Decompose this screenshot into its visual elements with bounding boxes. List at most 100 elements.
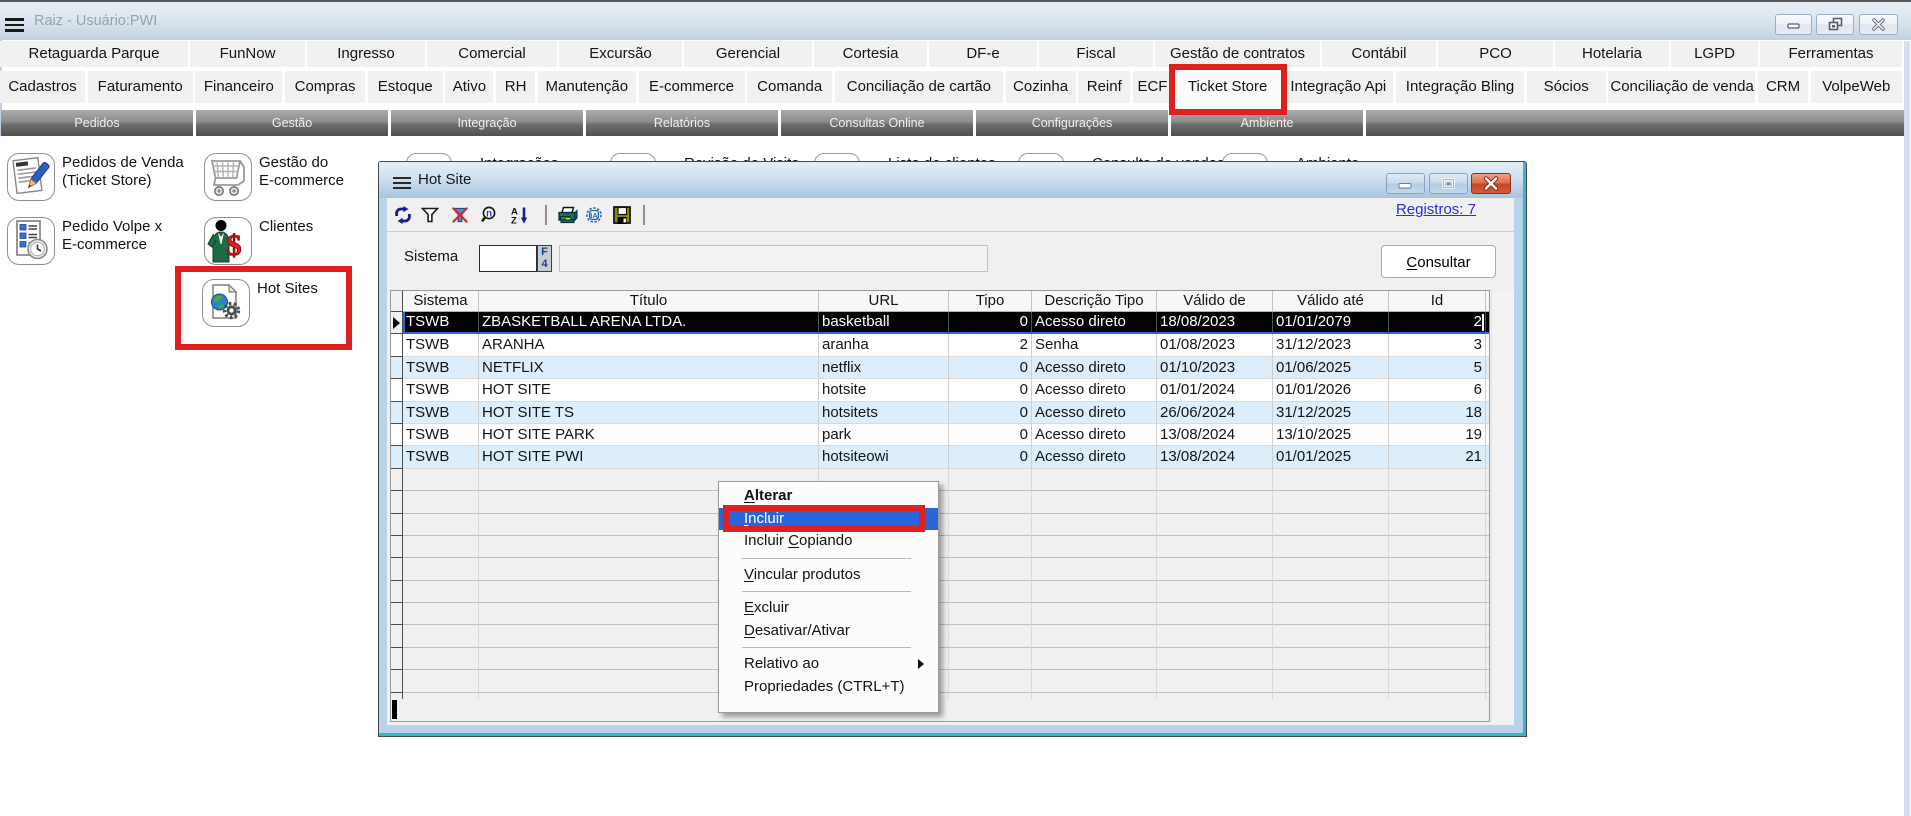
menu-item-alterar[interactable]: Alterar (719, 485, 938, 508)
menu-item-relativo-ao[interactable]: Relativo ao (719, 653, 938, 676)
cell[interactable]: 01/08/2023 (1157, 334, 1273, 356)
menu-item-vincular-produtos[interactable]: Vincular produtos (719, 564, 938, 587)
ribbon-section-configuracoes[interactable]: Configurações (976, 110, 1168, 136)
cell[interactable]: TSWB (403, 334, 479, 356)
cell[interactable]: 0 (949, 424, 1032, 446)
cell[interactable]: TSWB (403, 379, 479, 401)
cell[interactable]: basketball (819, 312, 949, 334)
menu-pco[interactable]: PCO (1438, 41, 1553, 67)
menu-gestao-de-contratos[interactable]: Gestão de contratos (1155, 41, 1320, 67)
column-header-titulo[interactable]: Título (479, 291, 819, 312)
cell[interactable]: 2 (949, 334, 1032, 356)
menu-hotelaria[interactable]: Hotelaria (1555, 41, 1669, 67)
column-header-valido-de[interactable]: Válido de (1157, 291, 1273, 312)
menu-item-desativar-ativar[interactable]: Desativar/Ativar (719, 620, 938, 643)
tab-integracao-bling[interactable]: Integração Bling (1396, 71, 1524, 103)
column-header-id[interactable]: Id (1389, 291, 1486, 312)
ribbon-section-ambiente[interactable]: Ambiente (1171, 110, 1363, 136)
row-selector-cell[interactable] (391, 312, 403, 334)
menu-gerencial[interactable]: Gerencial (684, 41, 812, 67)
cell[interactable]: Acesso direto (1032, 357, 1157, 379)
tab-rh[interactable]: RH (496, 71, 535, 103)
column-header-sistema[interactable]: Sistema (403, 291, 479, 312)
row-selector-cell[interactable] (391, 402, 403, 424)
cell[interactable]: 5 (1389, 357, 1486, 379)
tab-e-commerce[interactable]: E-commerce (639, 71, 745, 103)
cell[interactable]: TSWB (403, 312, 479, 334)
cell[interactable]: netflix (819, 357, 949, 379)
ribbon-section-integracao[interactable]: Integração (391, 110, 583, 136)
cell[interactable]: TSWB (403, 402, 479, 424)
cell[interactable]: 31/12/2023 (1273, 334, 1389, 356)
cell[interactable]: 01/01/2026 (1273, 379, 1389, 401)
tab-estoque[interactable]: Estoque (368, 71, 443, 103)
app-close-button[interactable] (1859, 14, 1898, 35)
cell[interactable]: 3 (1389, 334, 1486, 356)
menu-cortesia[interactable]: Cortesia (814, 41, 927, 67)
cell[interactable]: hotsitets (819, 402, 949, 424)
cell[interactable]: 01/01/2025 (1273, 446, 1389, 468)
cell[interactable]: HOT SITE TS (479, 402, 819, 424)
cell[interactable]: 0 (949, 379, 1032, 401)
cell[interactable]: Acesso direto (1032, 446, 1157, 468)
ribbon-section-consultas-online[interactable]: Consultas Online (781, 110, 973, 136)
menu-retaguarda-parque[interactable]: Retaguarda Parque (0, 41, 188, 67)
tab-ecf[interactable]: ECF (1133, 71, 1172, 103)
cell[interactable]: hotsite (819, 379, 949, 401)
tab-comanda[interactable]: Comanda (747, 71, 832, 103)
shortcut-clientes[interactable]: $Clientes (204, 217, 252, 265)
menu-contabil[interactable]: Contábil (1322, 41, 1436, 67)
search-icon[interactable]: n (481, 206, 499, 224)
menu-item-incluir[interactable]: Incluir (719, 508, 938, 531)
cell[interactable]: hotsiteowi (819, 446, 949, 468)
save-icon[interactable] (613, 206, 631, 224)
shortcut-pedidos-de-venda[interactable]: Pedidos de Venda (Ticket Store) (7, 153, 55, 201)
cell[interactable]: 19 (1389, 424, 1486, 446)
cell[interactable]: Acesso direto (1032, 312, 1157, 334)
tab-integracao-api[interactable]: Integração Api (1283, 71, 1393, 103)
row-selector-cell[interactable] (391, 446, 403, 468)
cell[interactable]: park (819, 424, 949, 446)
ribbon-section-gestao[interactable]: Gestão (196, 110, 388, 136)
shortcut-pedido-volpe-x[interactable]: Pedido Volpe x E-commerce (7, 217, 55, 265)
window-titlebar[interactable]: Hot Site (379, 162, 1523, 198)
tab-ativo[interactable]: Ativo (445, 71, 493, 103)
cell[interactable]: 0 (949, 312, 1032, 334)
sort-az-icon[interactable]: AZ (511, 206, 529, 224)
cell[interactable]: aranha (819, 334, 949, 356)
cell[interactable]: 0 (949, 357, 1032, 379)
filter-remove-icon[interactable] (451, 206, 469, 224)
filter-icon[interactable] (421, 206, 439, 224)
menu-funnow[interactable]: FunNow (190, 41, 305, 67)
tab-conciliacao-de-venda[interactable]: Conciliação de venda (1608, 71, 1755, 103)
column-header-tipo[interactable]: Tipo (949, 291, 1032, 312)
cell[interactable]: HOT SITE PWI (479, 446, 819, 468)
window-maximize-button[interactable] (1429, 173, 1468, 194)
tab-conciliacao-de-cartao[interactable]: Conciliação de cartão (835, 71, 1003, 103)
cell[interactable]: Acesso direto (1032, 379, 1157, 401)
menu-df-e[interactable]: DF-e (929, 41, 1037, 67)
cell[interactable]: ARANHA (479, 334, 819, 356)
column-header-url[interactable]: URL (819, 291, 949, 312)
cell[interactable]: HOT SITE (479, 379, 819, 401)
tab-cozinha[interactable]: Cozinha (1006, 71, 1076, 103)
tab-faturamento[interactable]: Faturamento (88, 71, 193, 103)
cell[interactable]: 13/10/2025 (1273, 424, 1389, 446)
menu-item-propriedades-ctrl-t[interactable]: Propriedades (CTRL+T) (719, 676, 938, 699)
cell[interactable]: ZBASKETBALL ARENA LTDA. (479, 312, 819, 334)
f4-lookup-button[interactable]: F4 (537, 245, 552, 272)
ia-icon[interactable]: IA (585, 206, 603, 224)
cell[interactable]: 01/06/2025 (1273, 357, 1389, 379)
row-selector-cell[interactable] (391, 357, 403, 379)
app-restore-button[interactable] (1816, 14, 1854, 35)
cell[interactable]: TSWB (403, 424, 479, 446)
tab-crm[interactable]: CRM (1758, 71, 1808, 103)
app-minimize-button[interactable] (1775, 14, 1812, 35)
cell[interactable]: 01/10/2023 (1157, 357, 1273, 379)
tab-compras[interactable]: Compras (285, 71, 365, 103)
table-row[interactable]: TSWBHOT SITE TShotsitets0Acesso direto26… (391, 402, 1489, 424)
tab-socios[interactable]: Sócios (1527, 71, 1606, 103)
hamburger-menu-icon[interactable] (5, 18, 24, 34)
ribbon-section-relatorios[interactable]: Relatórios (586, 110, 778, 136)
sistema-description-field[interactable] (559, 245, 988, 272)
